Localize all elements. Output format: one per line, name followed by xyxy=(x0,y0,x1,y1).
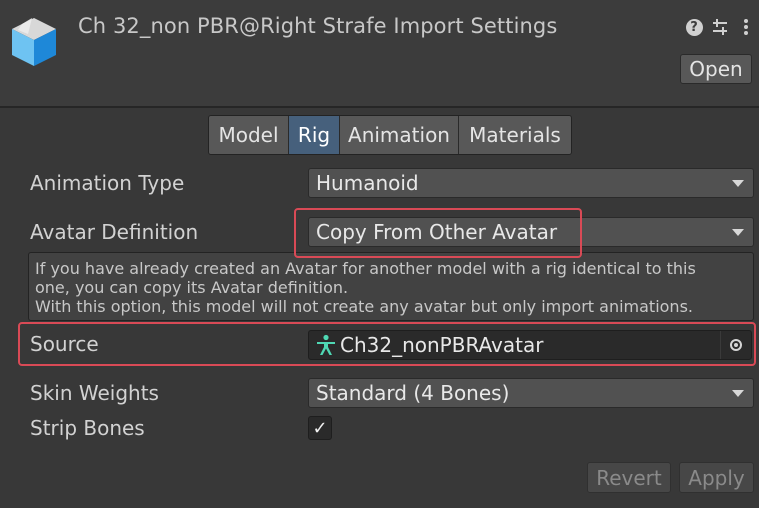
chevron-down-icon xyxy=(732,180,744,187)
animation-type-label: Animation Type xyxy=(30,171,185,195)
animation-type-value: Humanoid xyxy=(316,171,419,195)
avatar-definition-value: Copy From Other Avatar xyxy=(316,220,558,244)
chevron-down-icon xyxy=(732,390,744,397)
object-picker-button[interactable] xyxy=(720,331,751,359)
presets-icon[interactable] xyxy=(710,16,730,38)
header-divider xyxy=(0,106,759,108)
model-asset-icon xyxy=(12,18,56,66)
chevron-down-icon xyxy=(732,229,744,236)
tab-rig[interactable]: Rig xyxy=(289,116,340,154)
strip-bones-checkbox[interactable]: ✓ xyxy=(308,416,332,440)
open-button[interactable]: Open xyxy=(680,54,752,84)
checkmark-icon: ✓ xyxy=(312,417,328,439)
help-text-line: If you have already created an Avatar fo… xyxy=(35,259,696,278)
skin-weights-dropdown[interactable]: Standard (4 Bones) xyxy=(308,378,754,408)
avatar-definition-label: Avatar Definition xyxy=(30,220,199,244)
strip-bones-label: Strip Bones xyxy=(30,416,145,440)
inspector-header: Ch 32_non PBR@Right Strafe Import Settin… xyxy=(0,0,759,106)
header-icon-group: ? xyxy=(684,16,756,38)
help-text-line: one, you can copy its Avatar definition. xyxy=(35,278,349,297)
avatar-icon xyxy=(317,334,335,355)
tab-materials[interactable]: Materials xyxy=(459,116,571,154)
tab-model[interactable]: Model xyxy=(209,116,289,154)
avatar-help-box: If you have already created an Avatar fo… xyxy=(28,252,754,321)
skin-weights-value: Standard (4 Bones) xyxy=(316,381,510,405)
import-tabs: Model Rig Animation Materials xyxy=(208,115,572,155)
apply-button[interactable]: Apply xyxy=(679,462,754,493)
tab-animation[interactable]: Animation xyxy=(340,116,459,154)
animation-type-dropdown[interactable]: Humanoid xyxy=(308,168,754,198)
source-value: Ch32_nonPBRAvatar xyxy=(340,333,544,357)
source-object-field[interactable]: Ch32_nonPBRAvatar xyxy=(308,330,752,360)
help-text-line: With this option, this model will not cr… xyxy=(35,297,693,316)
help-icon[interactable]: ? xyxy=(684,16,704,38)
target-icon xyxy=(730,339,742,351)
page-title: Ch 32_non PBR@Right Strafe Import Settin… xyxy=(78,14,558,38)
skin-weights-label: Skin Weights xyxy=(30,381,159,405)
avatar-definition-dropdown[interactable]: Copy From Other Avatar xyxy=(308,217,754,247)
source-label: Source xyxy=(30,332,99,356)
more-options-icon[interactable] xyxy=(736,16,756,38)
revert-button[interactable]: Revert xyxy=(587,462,671,493)
